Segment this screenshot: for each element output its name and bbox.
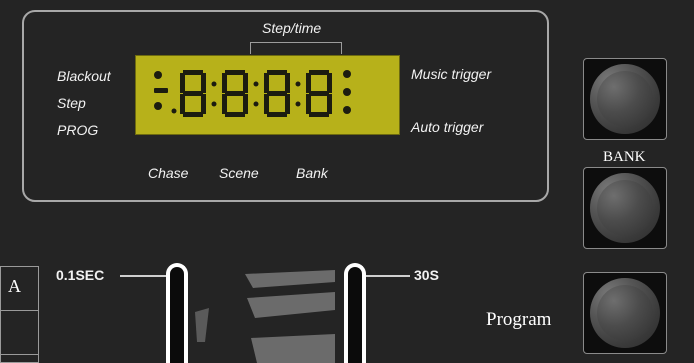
digit-1	[180, 70, 206, 117]
bank-display-label: Bank	[296, 165, 328, 181]
channel-a-label: A	[8, 276, 21, 296]
program-label: Program	[486, 309, 552, 330]
digit-4	[306, 70, 332, 117]
decimal-dot	[171, 108, 177, 114]
min-time-label: 0.1SEC	[56, 267, 105, 283]
trailing-dot-1	[343, 70, 351, 78]
fader-wedge-graphic	[195, 270, 335, 363]
blackout-label: Blackout	[57, 68, 111, 84]
digit-2	[222, 70, 248, 117]
min-tick	[120, 275, 168, 277]
channel-box-bottom	[0, 354, 39, 363]
digit-3	[264, 70, 290, 117]
seven-segment-readout	[154, 70, 351, 117]
max-time-label: 30S	[414, 267, 439, 283]
music-trigger-label: Music trigger	[411, 66, 492, 82]
scene-label: Scene	[219, 165, 259, 181]
trailing-dot-3	[343, 106, 351, 114]
auto-trigger-label: Auto trigger	[411, 119, 484, 135]
max-tick	[365, 275, 410, 277]
bank-down-button[interactable]	[583, 167, 667, 249]
bank-up-button[interactable]	[583, 58, 667, 140]
chase-label: Chase	[148, 165, 189, 181]
indicator-dot-bottom	[154, 102, 162, 110]
trailing-dot-2	[343, 88, 351, 96]
prog-label: PROG	[57, 122, 99, 138]
lcd-screen	[135, 55, 400, 135]
channel-box-middle	[0, 310, 39, 355]
step-time-label: Step/time	[262, 20, 322, 36]
step-label: Step	[57, 95, 86, 111]
step-time-bracket	[250, 42, 342, 54]
indicator-dot-top	[154, 71, 162, 79]
bank-label: BANK	[603, 149, 646, 165]
program-button[interactable]	[583, 272, 667, 354]
minus-segment	[154, 88, 168, 93]
